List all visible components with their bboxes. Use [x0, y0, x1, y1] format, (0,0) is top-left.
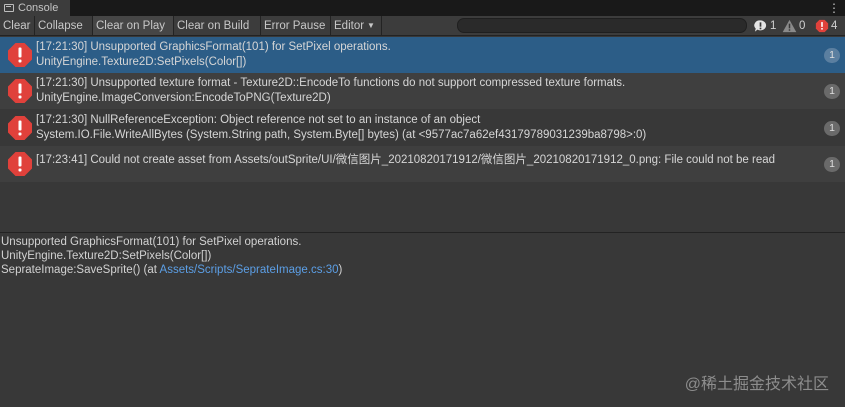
- stack-trace-line: UnityEngine.Texture2D:SetPixels(Color[]): [1, 250, 212, 262]
- tab-console[interactable]: Console: [0, 0, 70, 16]
- editor-dropdown[interactable]: Editor ▼: [331, 16, 382, 35]
- error-count: 4: [831, 20, 838, 32]
- log-entry[interactable]: [17:21:30] NullReferenceException: Objec…: [0, 110, 845, 146]
- tab-label: Console: [18, 2, 59, 14]
- error-icon: [8, 79, 32, 103]
- error-pause-toggle[interactable]: Error Pause: [261, 16, 331, 35]
- log-entry-message: [17:23:41] Could not create asset from A…: [36, 154, 776, 166]
- stack-trace-text: SeprateImage:SaveSprite() (at: [1, 264, 160, 276]
- log-entry-stack-line: UnityEngine.Texture2D:SetPixels(Color[]): [36, 56, 247, 68]
- log-entry-message: [17:21:30] Unsupported texture format - …: [36, 77, 626, 89]
- log-entry-count-badge: 1: [824, 157, 840, 172]
- log-entry-count-badge: 1: [824, 84, 840, 99]
- error-count-toggle[interactable]: 4: [815, 17, 837, 35]
- clear-on-play-toggle[interactable]: Clear on Play: [93, 16, 174, 35]
- log-entry-count-badge: 1: [824, 48, 840, 63]
- collapse-button[interactable]: Collapse: [35, 16, 93, 35]
- warning-icon: [782, 19, 797, 33]
- editor-dropdown-label: Editor: [334, 19, 365, 32]
- error-icon: [8, 116, 32, 140]
- log-entry-count-badge: 1: [824, 121, 840, 136]
- clear-on-build-toggle[interactable]: Clear on Build: [174, 16, 261, 35]
- error-icon: [8, 152, 32, 176]
- console-icon: [4, 4, 14, 12]
- log-entry-message: [17:21:30] Unsupported GraphicsFormat(10…: [36, 41, 391, 53]
- log-entry[interactable]: [17:21:30] Unsupported GraphicsFormat(10…: [0, 37, 845, 73]
- kebab-menu-icon[interactable]: ⋮: [828, 1, 840, 15]
- log-entry[interactable]: [17:21:30] Unsupported texture format - …: [0, 73, 845, 109]
- warning-count-toggle[interactable]: 0: [782, 17, 805, 35]
- info-icon: [754, 19, 767, 32]
- chevron-down-icon: ▼: [367, 21, 375, 30]
- info-count: 1: [770, 20, 777, 32]
- log-entry-stack-line: System.IO.File.WriteAllBytes (System.Str…: [36, 129, 647, 141]
- source-file-link[interactable]: Assets/Scripts/SeprateImage.cs:30: [160, 264, 339, 276]
- log-entry-list: [17:21:30] Unsupported GraphicsFormat(10…: [0, 37, 845, 232]
- window-tab-bar: Console ⋮: [0, 0, 845, 16]
- stack-trace-text: ): [338, 264, 343, 276]
- log-entry-message: [17:21:30] NullReferenceException: Objec…: [36, 114, 481, 126]
- search-input[interactable]: [457, 18, 747, 33]
- warning-count: 0: [799, 20, 806, 32]
- info-count-toggle[interactable]: 1: [753, 17, 776, 35]
- clear-button[interactable]: Clear: [0, 16, 35, 35]
- error-icon: [8, 43, 32, 67]
- error-icon: [815, 19, 829, 33]
- watermark-text: @稀土掘金技术社区: [684, 376, 829, 393]
- stack-trace-line: SeprateImage:SaveSprite() (at Assets/Scr…: [1, 264, 342, 276]
- console-toolbar: Clear Collapse Clear on Play Clear on Bu…: [0, 16, 845, 36]
- log-entry-stack-line: UnityEngine.ImageConversion:EncodeToPNG(…: [36, 92, 331, 104]
- stack-trace-message: Unsupported GraphicsFormat(101) for SetP…: [1, 236, 302, 248]
- log-entry[interactable]: [17:23:41] Could not create asset from A…: [0, 146, 845, 182]
